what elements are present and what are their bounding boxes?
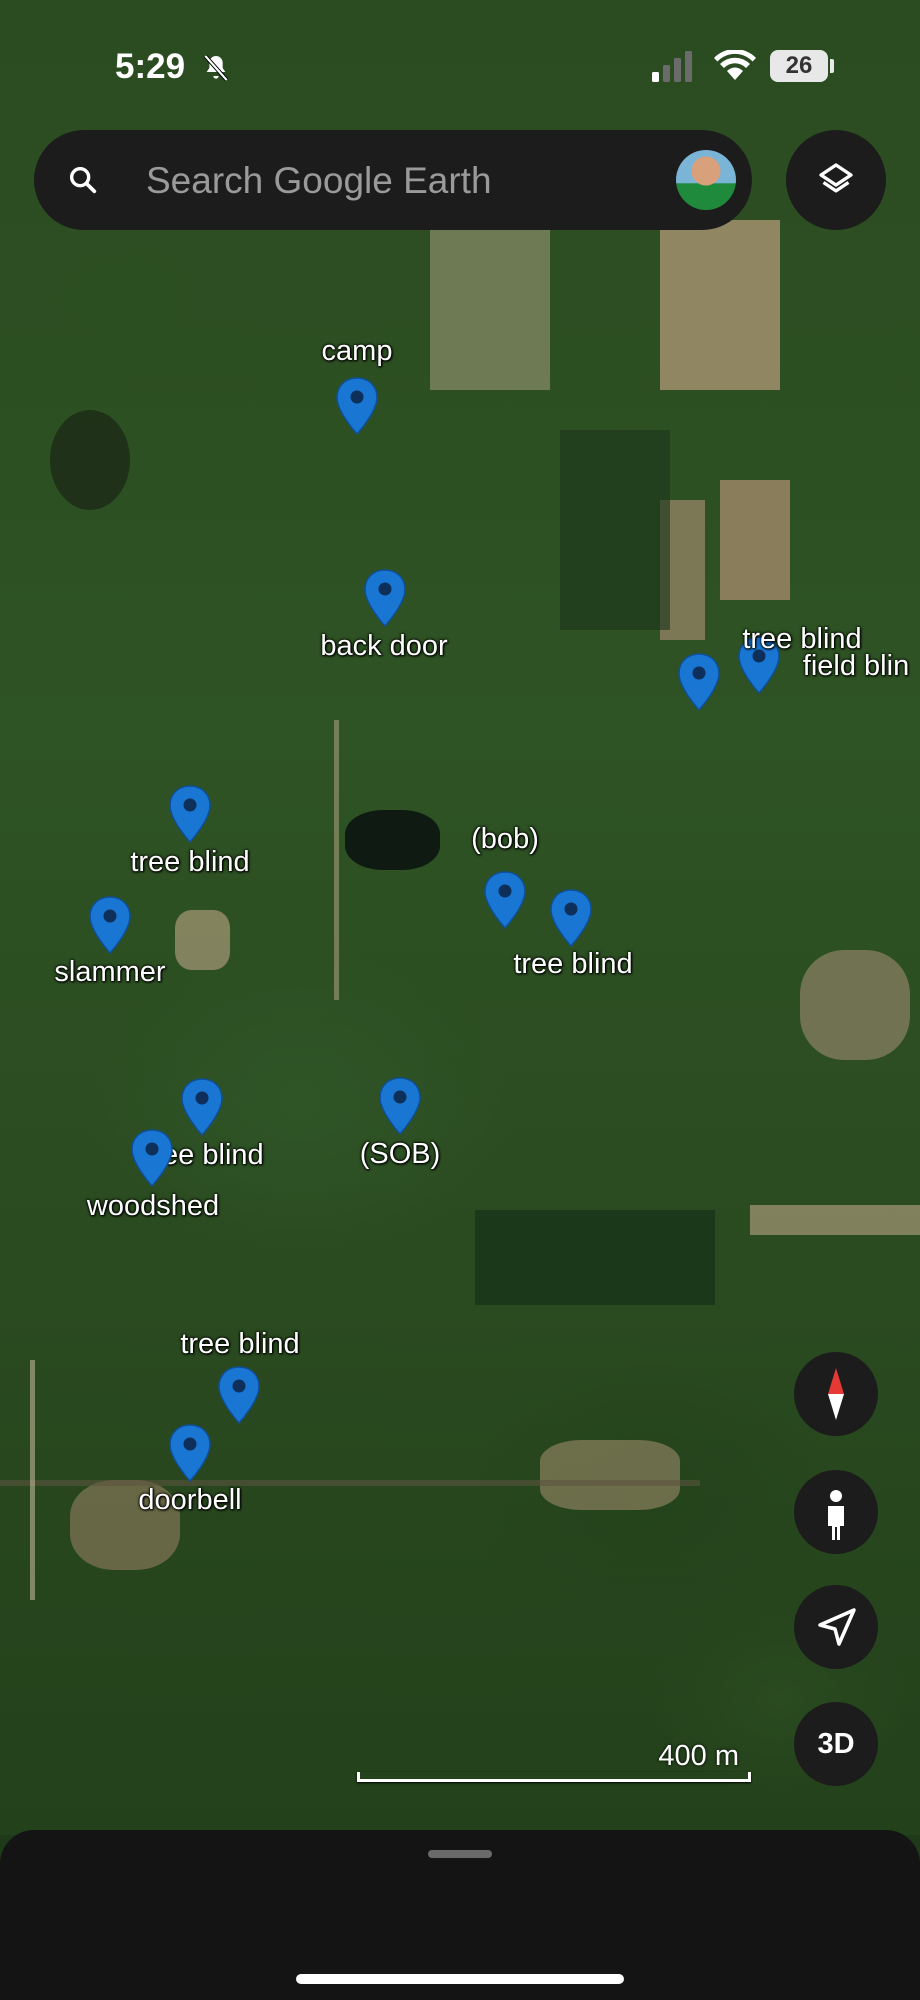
compass-button[interactable] [794,1352,878,1436]
scale-bar: 400 m [357,1740,751,1792]
map-pin-icon [181,1078,223,1137]
placemark-pin[interactable] [87,895,133,955]
placemark-label[interactable]: field blin [803,650,909,683]
map-pin-icon [131,1129,173,1188]
bell-off-icon [203,54,229,82]
home-indicator[interactable] [296,1974,624,1984]
dark-forest [475,1210,715,1305]
placemark-label[interactable]: (SOB) [360,1138,441,1171]
pegman-icon [828,1490,844,1540]
map-pin-icon [364,569,406,628]
placemark-label[interactable]: back door [320,630,447,663]
map-pin-icon [484,871,526,930]
placemark-pin[interactable] [129,1128,175,1188]
map-pin-icon [169,785,211,844]
road [0,1480,700,1486]
search-icon[interactable] [66,163,100,197]
placemark-label[interactable]: tree blind [180,1328,299,1361]
placemark-pin[interactable] [167,784,213,844]
battery-tip [830,59,834,73]
placemark-label[interactable]: tree blind [513,948,632,981]
placemark-pin[interactable] [377,1076,423,1136]
3d-toggle-button[interactable]: 3D [794,1702,878,1786]
placemark-pin[interactable] [676,652,722,712]
placemark-label[interactable]: camp [322,335,393,368]
layers-icon [819,163,853,193]
placemark-pin[interactable] [216,1365,262,1425]
map-pin-icon [336,377,378,436]
dark-forest [560,430,670,630]
status-time: 5:29 [115,47,186,86]
placemark-label[interactable]: doorbell [138,1484,241,1517]
search-input[interactable] [144,158,668,204]
placemark-pin[interactable] [334,376,380,436]
trail [30,1360,35,1600]
clearing-patch [540,1440,680,1510]
map-pin-icon [218,1366,260,1425]
map-pin-icon [550,889,592,948]
clearing-patch [175,910,230,970]
scale-label: 400 m [658,1740,739,1772]
battery-indicator: 26 [770,50,828,82]
location-arrow-icon [818,1608,856,1646]
map-pin-icon [379,1077,421,1136]
field-patch [720,480,790,600]
map-pin-icon [89,896,131,955]
placemark-pin[interactable] [167,1423,213,1483]
placemark-pin[interactable] [482,870,528,930]
satellite-map[interactable]: camp back door tree blind field blin tre… [0,0,920,1835]
street-view-button[interactable] [794,1470,878,1554]
pond [345,810,440,870]
my-location-button[interactable] [794,1585,878,1669]
sheet-drag-handle[interactable] [428,1850,492,1858]
placemark-label[interactable]: tree blind [130,846,249,879]
search-bar[interactable] [34,130,752,230]
trail [334,720,339,1000]
placemark-pin[interactable] [179,1077,225,1137]
pond [50,410,130,510]
field-patch [430,230,550,390]
map-pin-icon [169,1424,211,1483]
placemark-label[interactable]: slammer [54,956,165,989]
placemark-label[interactable]: (bob) [471,823,539,856]
bottom-sheet[interactable] [0,1830,920,2000]
avatar[interactable] [676,150,736,210]
status-bar: 5:29 26 [0,0,920,130]
placemark-pin[interactable] [362,568,408,628]
field-patch [750,1205,920,1235]
layers-button[interactable] [786,130,886,230]
map-pin-icon [678,653,720,712]
wifi-icon [714,50,756,80]
compass-icon [828,1368,844,1420]
field-patch [660,220,780,390]
placemark-pin[interactable] [548,888,594,948]
placemark-label[interactable]: woodshed [87,1190,219,1223]
field-patch [800,950,910,1060]
scale-line [357,1772,751,1782]
signal-icon [652,51,692,82]
